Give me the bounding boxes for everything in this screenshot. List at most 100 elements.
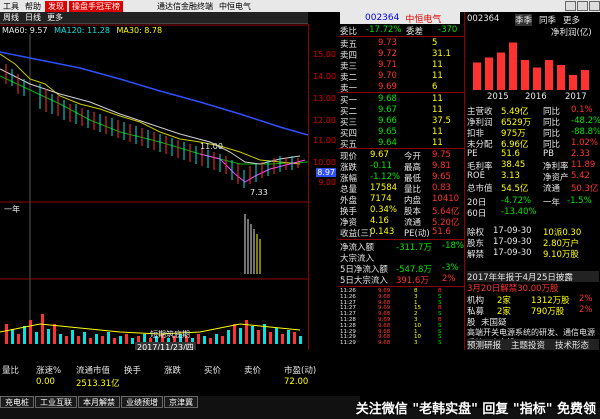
fund-row: PE 51.6 PB 2.33: [467, 149, 599, 160]
event-date: 17-09-30: [493, 248, 532, 258]
axis-label: 12.00: [313, 116, 336, 125]
price-axis: 15.00 14.00 13.00 12.00 11.00 10.00 8.97…: [308, 24, 338, 350]
fund-row: ROE 3.13 净资产 5.42: [467, 171, 599, 183]
stat-value: 4.16: [370, 216, 389, 226]
tab-more[interactable]: 更多: [44, 12, 66, 23]
stat-row: 换手 0.34% 股本 5.64亿: [338, 205, 464, 217]
kline-chart[interactable]: MA60: 9.57 MA120: 11.28 MA30: 8.78 11.00…: [0, 24, 309, 353]
stat-row: 净资 4.16 流通 5.20亿: [338, 216, 464, 228]
flow-row: 5日大宗流入 391.6万 2%: [338, 274, 464, 286]
fund-value: 51.6: [501, 149, 520, 159]
app-title: 通达信金融终端: [157, 1, 213, 11]
fund-label: PE: [467, 149, 478, 159]
tab-more[interactable]: 更多: [563, 14, 580, 26]
table-header: 卖价: [244, 366, 262, 376]
bid-volume: 11: [432, 127, 443, 137]
sector-tab[interactable]: 充电桩: [0, 396, 34, 408]
fund-row: 未分配 6.96亿 同比 1.02%: [467, 138, 599, 150]
menu-item-champion[interactable]: 操盘手冠军榜: [69, 0, 123, 12]
concept-row: 股 未国疑: [467, 318, 507, 328]
period-value: -4.72%: [501, 196, 532, 206]
tick-volume: 3: [414, 340, 418, 347]
fund-value: 5.42: [571, 171, 590, 181]
profit-bar: [557, 65, 565, 90]
report-note: 2017年年报于4月25日披露: [467, 271, 599, 283]
ask-volume: 11: [432, 60, 443, 70]
bid-price: 9.66: [378, 116, 397, 126]
current-price-marker: 8.97: [316, 168, 336, 177]
sector-tab[interactable]: 业绩预增: [121, 396, 163, 408]
unlock-note: 3月20日解禁30.00万股: [467, 284, 559, 294]
stat-value: 9.81: [432, 161, 451, 171]
ask-price: 9.72: [378, 49, 397, 59]
stat-value: 0.83: [432, 183, 451, 193]
table-header: 涨速%: [36, 366, 62, 376]
weibi-row: 委比 -17.72% 委差 -370: [340, 25, 458, 37]
axis-label: 13.00: [313, 94, 336, 103]
profit-bar: [569, 75, 577, 90]
axis-label: 11.00: [313, 136, 336, 145]
stat-value: 10410: [432, 194, 460, 204]
fund-value: 11.89: [571, 160, 596, 170]
flow-row: 净流入额 -311.7万 -18%: [338, 241, 464, 253]
ask-row: 卖五 9.73 5: [338, 38, 464, 50]
watermark-text: 关注微信 "老韩实盘" 回复 "指标" 免费领: [355, 402, 596, 417]
tab-weekly[interactable]: 周线: [0, 12, 22, 23]
label-bottom: 短期筑底期: [150, 330, 190, 339]
stat-value: 17584: [370, 183, 398, 193]
bid-volume: 11: [432, 138, 443, 148]
tab-daily[interactable]: 日线: [22, 12, 44, 23]
stock-title: 中恒电气: [219, 1, 251, 11]
bid-volume: 37.5: [432, 116, 451, 126]
bid-row: 买二 9.67 11: [338, 105, 464, 117]
fund-row: 毛利率 38.45 净利率 11.89: [467, 160, 599, 172]
ask-row: 卖四 9.72 31.1: [338, 49, 464, 61]
stat-value: -0.11: [370, 161, 392, 171]
sector-tab[interactable]: 工业互联: [35, 396, 77, 408]
profit-bar: [473, 62, 481, 90]
stat-value: 9.65: [432, 172, 451, 182]
stat-row: 收益(三) 0.143 PE(动) 51.6: [338, 227, 464, 239]
fund-value: 38.45: [501, 160, 526, 170]
period-value: -13.40%: [501, 207, 537, 217]
stat-row: 涨幅 -1.12% 最低 9.65: [338, 172, 464, 184]
table-header: 流通市值: [76, 366, 111, 376]
sector-tab[interactable]: 本月解禁: [78, 396, 120, 408]
minimize-icon[interactable]: [565, 1, 576, 11]
ask-price: 9.70: [378, 71, 397, 81]
ask-price: 9.73: [378, 38, 397, 48]
holder-pct: 2%: [579, 305, 593, 315]
sector-tab[interactable]: 京津冀: [164, 396, 198, 408]
fund-value: 1.02%: [571, 138, 599, 148]
fund-label: 流通: [543, 184, 561, 194]
flow-row: 大宗流入: [338, 252, 464, 264]
profit-bar: [581, 70, 589, 90]
stat-row: 涨跌 -0.11 最高 9.81: [338, 161, 464, 173]
fund-value: 50.3亿: [571, 184, 599, 194]
maximize-icon[interactable]: [577, 1, 588, 11]
info-bottom-tabs: 预测研报 主题投资 技术形态: [467, 339, 599, 351]
tab-same[interactable]: 同季: [539, 14, 556, 26]
period-row: 20日 -4.72% 一年 -1.5%: [467, 196, 599, 208]
stat-label: PE(动): [404, 229, 430, 239]
table-header: 量比: [2, 366, 20, 376]
stat-row: 现价 9.67 今开 9.75: [338, 150, 464, 162]
bid-row: 买一 9.68 11: [338, 94, 464, 106]
ask-row: 卖二 9.70 11: [338, 71, 464, 83]
tick-time: 11:29: [340, 340, 356, 347]
close-icon[interactable]: [589, 1, 600, 11]
menu-item-discover[interactable]: 发现: [45, 0, 67, 12]
ask-volume: 11: [432, 71, 443, 81]
bid-volume: 11: [432, 105, 443, 115]
menu-item-tools[interactable]: 工具: [0, 1, 22, 12]
stat-row: 外盘 7174 内盘 10410: [338, 194, 464, 206]
menu-item-help[interactable]: 帮助: [22, 1, 44, 12]
tab-season[interactable]: 季季: [515, 14, 533, 26]
bid-volume: 11: [432, 94, 443, 104]
table-cell: 72.00: [284, 377, 309, 387]
fund-value: 3.13: [501, 171, 520, 181]
stat-value: 9.75: [432, 150, 451, 160]
bid-row: 买三 9.66 37.5: [338, 116, 464, 128]
fund-value: 2.33: [571, 149, 590, 159]
fund-label: 总市值: [467, 184, 493, 194]
